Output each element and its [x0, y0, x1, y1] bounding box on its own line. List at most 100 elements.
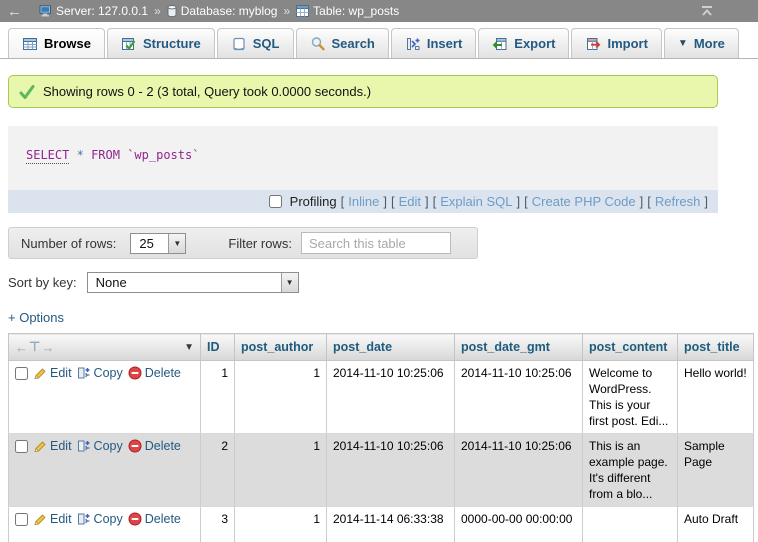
breadcrumb-server[interactable]: Server: 127.0.0.1 [39, 4, 148, 18]
sort-caret-icon[interactable]: ▼ [184, 342, 194, 353]
cell-post-author: 1 [235, 361, 327, 434]
bracket: ] [425, 194, 429, 209]
delete-icon[interactable] [128, 439, 142, 453]
pencil-icon[interactable] [33, 512, 47, 526]
options-toggle-link[interactable]: + Options [8, 310, 64, 325]
table-header-row: ← ⊤ → ▼ ID post_author post_date post_da… [9, 334, 754, 361]
cell-post-date-gmt: 2014-11-10 10:25:06 [455, 434, 583, 507]
column-header-post-content[interactable]: post_content [583, 334, 678, 361]
transpose-toggle-icon[interactable]: ⊤ [29, 339, 41, 355]
refresh-link[interactable]: Refresh [655, 194, 701, 209]
cell-post-author: 1 [235, 507, 327, 542]
tab-bar: Browse Structure SQL [0, 22, 758, 59]
breadcrumb-table[interactable]: Table: wp_posts [296, 4, 399, 18]
tab-insert-label: Insert [427, 36, 462, 51]
select-arrow-icon: ▼ [168, 234, 185, 253]
sort-by-key-select[interactable]: None ▼ [87, 272, 299, 293]
copy-icon[interactable] [77, 512, 91, 526]
browse-icon [22, 36, 38, 52]
pencil-icon[interactable] [33, 366, 47, 380]
tab-export[interactable]: Export [478, 28, 569, 58]
bracket: ] [517, 194, 521, 209]
sort-by-key-value: None [88, 273, 281, 292]
actions-header: ← ⊤ → ▼ [9, 334, 201, 361]
pencil-icon[interactable] [33, 439, 47, 453]
edit-row-link[interactable]: Edit [33, 365, 72, 381]
tab-more-label: More [694, 36, 725, 51]
column-header-post-date[interactable]: post_date [327, 334, 455, 361]
delete-row-link[interactable]: Delete [128, 511, 181, 527]
filter-table-input[interactable] [301, 232, 451, 254]
copy-row-link[interactable]: Copy [77, 511, 123, 527]
tab-export-label: Export [514, 36, 555, 51]
column-header-id[interactable]: ID [201, 334, 235, 361]
success-notice-text: Showing rows 0 - 2 (3 total, Query took … [43, 84, 371, 99]
copy-icon[interactable] [77, 439, 91, 453]
sql-star: * [77, 148, 84, 162]
edit-row-link[interactable]: Edit [33, 438, 72, 454]
bracket: ] [640, 194, 644, 209]
bracket: [ [391, 194, 395, 209]
delete-row-link[interactable]: Delete [128, 365, 181, 381]
insert-icon [405, 36, 421, 52]
column-header-post-date-gmt[interactable]: post_date_gmt [455, 334, 583, 361]
delete-row-link[interactable]: Delete [128, 438, 181, 454]
tab-sql[interactable]: SQL [217, 28, 294, 58]
transpose-left-icon[interactable]: ← [15, 340, 29, 355]
delete-icon[interactable] [128, 512, 142, 526]
bracket: [ [647, 194, 651, 209]
explain-sql-link[interactable]: Explain SQL [440, 194, 512, 209]
export-icon [492, 36, 508, 52]
tab-import[interactable]: Import [571, 28, 661, 58]
tab-more[interactable]: ▼ More [664, 28, 739, 58]
column-header-post-author[interactable]: post_author [235, 334, 327, 361]
cell-post-title: Sample Page [678, 434, 754, 507]
profiling-checkbox[interactable] [269, 195, 282, 208]
tab-search-label: Search [332, 36, 375, 51]
copy-icon[interactable] [77, 366, 91, 380]
edit-row-link[interactable]: Edit [33, 511, 72, 527]
transpose-right-icon[interactable]: → [41, 340, 55, 355]
row-select-checkbox[interactable] [15, 367, 28, 380]
copy-label: Copy [94, 511, 123, 527]
breadcrumb-database[interactable]: Database: myblog [167, 4, 278, 18]
cell-id: 2 [201, 434, 235, 507]
cell-id: 1 [201, 361, 235, 434]
tab-structure[interactable]: Structure [107, 28, 215, 58]
create-php-code-link[interactable]: Create PHP Code [532, 194, 636, 209]
sql-select-keyword[interactable]: SELECT [26, 148, 69, 164]
breadcrumb-database-label: Database: myblog [181, 4, 278, 18]
tab-sql-label: SQL [253, 36, 280, 51]
copy-row-link[interactable]: Copy [77, 365, 123, 381]
tab-browse[interactable]: Browse [8, 28, 105, 58]
tab-insert[interactable]: Insert [391, 28, 476, 58]
column-header-post-title[interactable]: post_title [678, 334, 754, 361]
sort-by-key-row: Sort by key: None ▼ [8, 272, 758, 293]
cell-post-content: This is an example page. It's different … [583, 434, 678, 507]
bracket: [ [524, 194, 528, 209]
tab-search[interactable]: Search [296, 28, 389, 58]
edit-label: Edit [50, 511, 72, 527]
select-arrow-icon: ▼ [281, 273, 298, 292]
collapse-top-icon[interactable] [700, 5, 714, 17]
success-notice: Showing rows 0 - 2 (3 total, Query took … [8, 75, 718, 108]
bracket: [ [433, 194, 437, 209]
number-of-rows-select[interactable]: 25 ▼ [130, 233, 186, 254]
table-row: Edit Copy [9, 434, 754, 507]
database-icon [167, 5, 177, 17]
row-select-checkbox[interactable] [15, 440, 28, 453]
cell-post-title: Auto Draft [678, 507, 754, 542]
inline-link[interactable]: Inline [348, 194, 379, 209]
cell-post-date: 2014-11-10 10:25:06 [327, 361, 455, 434]
cell-post-date-gmt: 2014-11-10 10:25:06 [455, 361, 583, 434]
breadcrumb-server-label: Server: 127.0.0.1 [56, 4, 148, 18]
table-row: Edit Copy [9, 507, 754, 542]
breadcrumb-bar: ← Server: 127.0.0.1 » Database: myblog » [0, 0, 758, 22]
tab-import-label: Import [607, 36, 647, 51]
copy-row-link[interactable]: Copy [77, 438, 123, 454]
cell-post-title: Hello world! [678, 361, 754, 434]
back-arrow-icon[interactable]: ← [7, 4, 22, 19]
delete-icon[interactable] [128, 366, 142, 380]
row-select-checkbox[interactable] [15, 513, 28, 526]
edit-query-link[interactable]: Edit [399, 194, 421, 209]
